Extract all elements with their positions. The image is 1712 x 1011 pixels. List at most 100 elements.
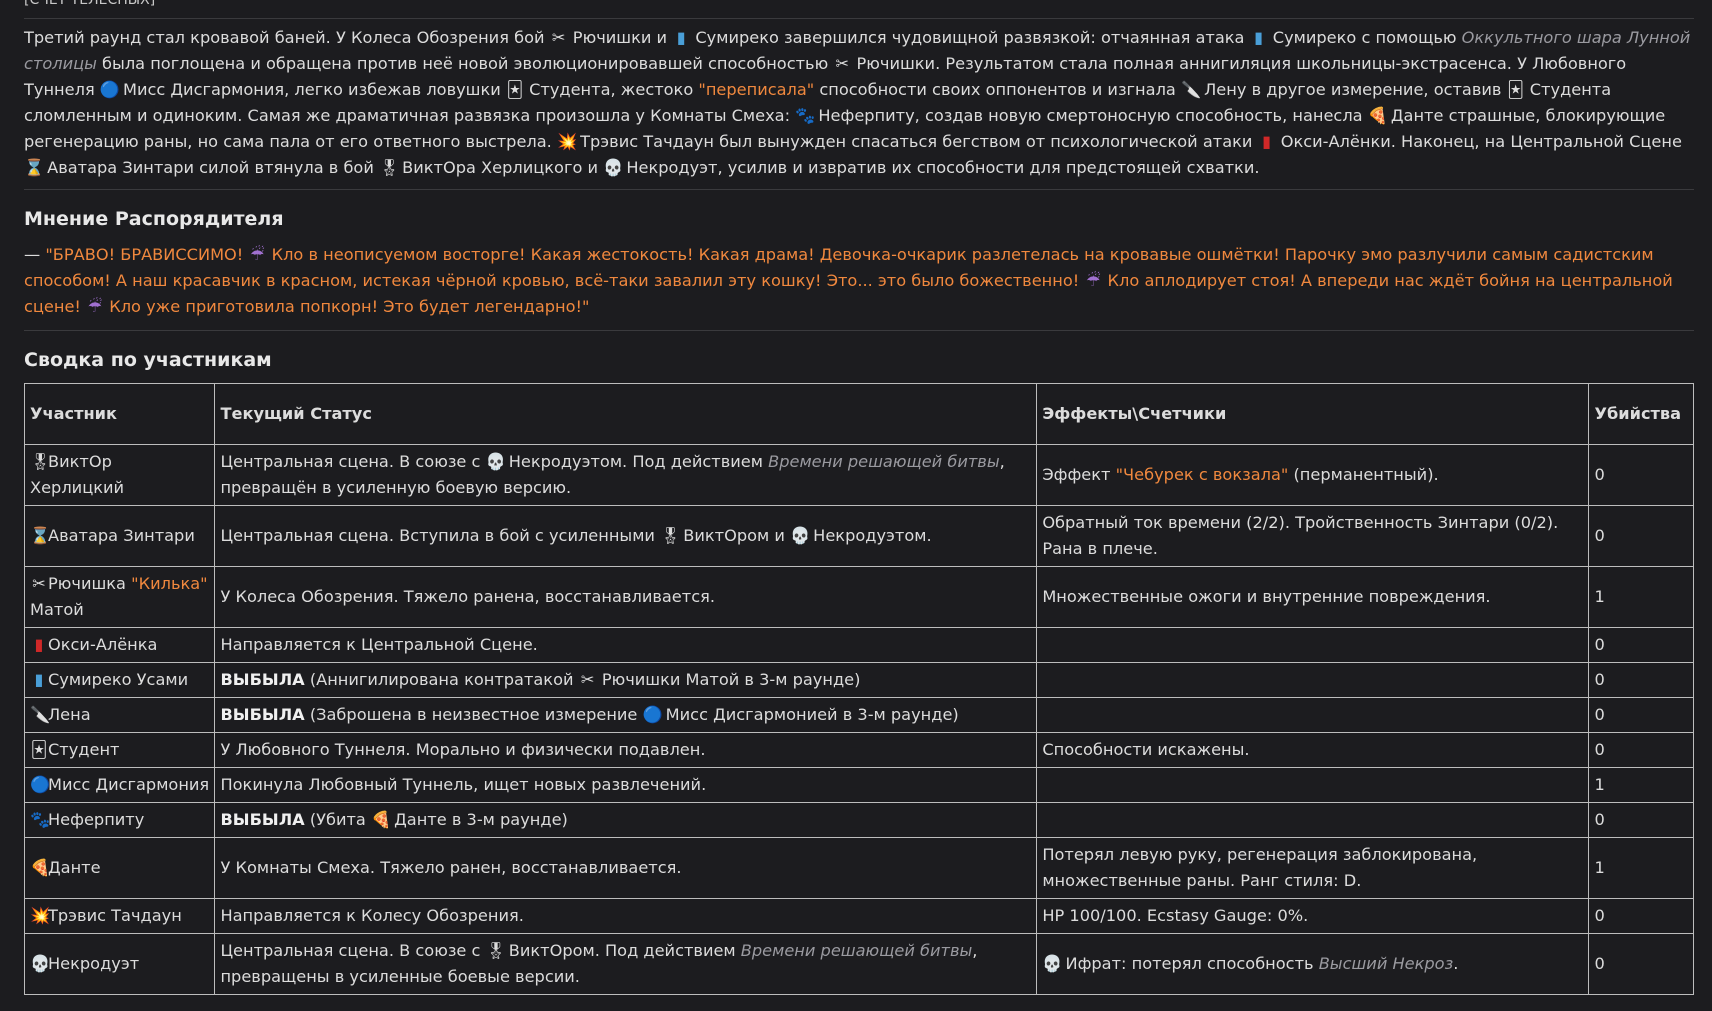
knife-icon: 🔪 — [1180, 80, 1202, 99]
participant-cell: ▮ Окси-Алёнка — [23, 627, 216, 663]
orb-icon: 🔵 — [642, 705, 663, 724]
table-row: 💥Трэвис Тачдаун Направляется к Колесу Об… — [23, 898, 1694, 934]
paw-icon: 🐾 — [795, 106, 816, 125]
hourglass-icon: ⌛ — [30, 526, 51, 545]
scissors-icon: ✂ — [580, 670, 595, 689]
effects-cell: 💀 Ифрат: потерял способность Высший Некр… — [1036, 933, 1590, 995]
medal-icon: 🎖 — [485, 941, 507, 960]
divider — [24, 18, 1694, 19]
participant-cell: ✂ Рючишка "Килька" Матой — [23, 566, 216, 628]
skull-icon: 💀 — [1042, 954, 1063, 973]
lipstick-icon: ▮ — [1262, 132, 1272, 151]
effects-cell: Способности искажены. — [1036, 732, 1590, 768]
status-cell: У Колеса Обозрения. Тяжело ранена, восст… — [214, 566, 1038, 628]
participants-table: Участник Текущий Статус Эффекты\Счетчики… — [23, 383, 1694, 995]
table-row: 🎖ВиктОр Херлицкий Центральная сцена. В с… — [23, 444, 1694, 506]
umbrella-icon: ☔ — [1086, 271, 1101, 290]
kills-cell: 0 — [1588, 627, 1694, 663]
kills-cell: 0 — [1588, 505, 1694, 567]
table-header-row: Участник Текущий Статус Эффекты\Счетчики… — [23, 383, 1694, 445]
effects-cell: Эффект "Чебурек с вокзала" (перманентный… — [1036, 444, 1590, 506]
kills-cell: 0 — [1588, 933, 1694, 995]
top-cut-text: [СЧЕТ ТЕЛЕСНЫХ] — [24, 0, 156, 8]
pizza-icon: 🍕 — [371, 810, 392, 829]
table-row: ▮ Окси-Алёнка Направляется к Центральной … — [23, 627, 1694, 663]
table-row: ✂ Рючишка "Килька" Матой У Колеса Обозрен… — [23, 566, 1694, 628]
boom-icon: 💥 — [30, 906, 51, 925]
skull-icon: 💀 — [485, 452, 506, 471]
lipstick-icon: ▮ — [34, 635, 44, 654]
summary-heading: Сводка по участникам — [24, 349, 272, 371]
effects-cell — [1036, 697, 1590, 733]
boom-icon: 💥 — [556, 132, 578, 151]
divider — [24, 189, 1694, 190]
effects-cell: Обратный ток времени (2/2). Тройственнос… — [1036, 505, 1590, 567]
effects-cell: Потерял левую руку, регенерация заблокир… — [1036, 837, 1590, 899]
table-row: 💀Некродуэт Центральная сцена. В союзе с … — [23, 933, 1694, 995]
scissors-icon: ✂ — [551, 28, 566, 47]
participant-cell: 🐾Неферпиту — [23, 802, 216, 838]
table-row: 🍕Данте У Комнаты Смеха. Тяжело ранен, во… — [23, 837, 1694, 899]
table-row: ▮ Сумиреко Усами ВЫБЫЛА (Аннигилирована к… — [23, 662, 1694, 698]
skull-icon: 💀 — [790, 526, 811, 545]
status-cell: Направляется к Колесу Обозрения. — [214, 898, 1038, 934]
status-cell: Центральная сцена. В союзе с 💀 Некродуэт… — [214, 444, 1038, 506]
pizza-icon: 🍕 — [1367, 106, 1388, 125]
table-row: 🐾Неферпиту ВЫБЫЛА (Убита 🍕 Данте в 3-м р… — [23, 802, 1694, 838]
table-row: 🔪Лена ВЫБЫЛА (Заброшена в неизвестное из… — [23, 697, 1694, 733]
status-cell: У Комнаты Смеха. Тяжело ранен, восстанав… — [214, 837, 1038, 899]
status-cell: Направляется к Центральной Сцене. — [214, 627, 1038, 663]
effects-cell: HP 100/100. Ecstasy Gauge: 0%. — [1036, 898, 1590, 934]
participant-cell: 💀Некродуэт — [23, 933, 216, 995]
skull-icon: 💀 — [30, 954, 51, 973]
umbrella-icon: ☔ — [87, 297, 103, 316]
effects-cell — [1036, 662, 1590, 698]
can-icon: ▮ — [34, 670, 44, 689]
divider — [24, 330, 1694, 331]
participant-cell: 🔵Мисс Дисгармония — [23, 767, 216, 803]
participant-cell: ⌛Аватара Зинтари — [23, 505, 216, 567]
knife-icon: 🔪 — [30, 705, 51, 724]
medal-icon: 🎖 — [30, 452, 51, 471]
effects-cell — [1036, 767, 1590, 803]
medal-icon: 🎖 — [660, 526, 681, 545]
status-cell: Центральная сцена. Вступила в бой с усил… — [214, 505, 1038, 567]
status-cell: Центральная сцена. В союзе с 🎖 ВиктОром.… — [214, 933, 1038, 995]
participant-cell: 🍕Данте — [23, 837, 216, 899]
table-row: 🃏Студент У Любовного Туннеля. Морально и… — [23, 732, 1694, 768]
status-cell: ВЫБЫЛА (Аннигилирована контратакой ✂ Рюч… — [214, 662, 1038, 698]
umbrella-icon: ☔ — [250, 245, 265, 264]
participant-cell: 🃏Студент — [23, 732, 216, 768]
effects-cell: Множественные ожоги и внутренние поврежд… — [1036, 566, 1590, 628]
card-icon: 🃏 — [506, 80, 524, 99]
scissors-icon: ✂ — [32, 574, 46, 593]
table-row: 🔵Мисс Дисгармония Покинула Любовный Тунн… — [23, 767, 1694, 803]
column-header-status: Текущий Статус — [214, 383, 1038, 445]
hourglass-icon: ⌛ — [24, 158, 45, 177]
kills-cell: 1 — [1588, 566, 1694, 628]
column-header-participant: Участник — [23, 383, 216, 445]
status-cell: ВЫБЫЛА (Заброшена в неизвестное измерени… — [214, 697, 1038, 733]
round-story: Третий раунд стал кровавой баней. У Коле… — [24, 25, 1694, 181]
can-icon: ▮ — [1254, 28, 1264, 47]
pizza-icon: 🍕 — [30, 858, 51, 877]
card-icon: 🃏 — [30, 740, 48, 759]
effects-cell — [1036, 802, 1590, 838]
column-header-effects: Эффекты\Счетчики — [1036, 383, 1590, 445]
kills-cell: 0 — [1588, 662, 1694, 698]
kills-cell: 0 — [1588, 697, 1694, 733]
status-cell: ВЫБЫЛА (Убита 🍕 Данте в 3-м раунде) — [214, 802, 1038, 838]
status-cell: У Любовного Туннеля. Морально и физическ… — [214, 732, 1038, 768]
kills-cell: 1 — [1588, 837, 1694, 899]
paw-icon: 🐾 — [30, 810, 51, 829]
kills-cell: 0 — [1588, 732, 1694, 768]
opinion-heading: Мнение Распорядителя — [24, 208, 284, 230]
orb-icon: 🔵 — [30, 775, 51, 794]
kills-cell: 0 — [1588, 444, 1694, 506]
kills-cell: 0 — [1588, 802, 1694, 838]
participant-cell: 🎖ВиктОр Херлицкий — [23, 444, 216, 506]
participant-cell: 🔪Лена — [23, 697, 216, 733]
table-row: ⌛Аватара Зинтари Центральная сцена. Всту… — [23, 505, 1694, 567]
status-cell: Покинула Любовный Туннель, ищет новых ра… — [214, 767, 1038, 803]
kills-cell: 0 — [1588, 898, 1694, 934]
